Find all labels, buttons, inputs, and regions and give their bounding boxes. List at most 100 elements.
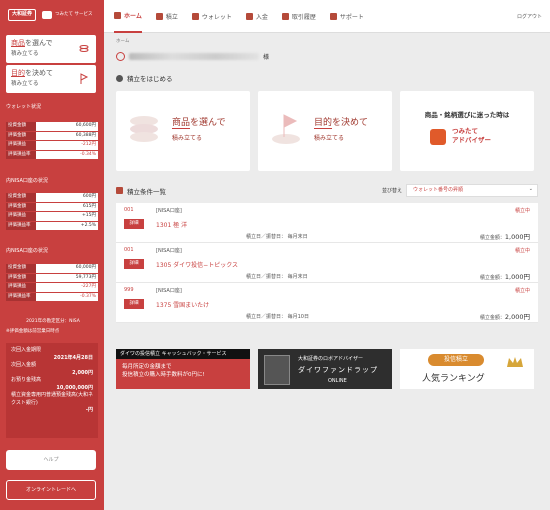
user-icon: [116, 52, 125, 61]
choose-product-card[interactable]: 商品を選んで 積み立てる: [6, 35, 96, 63]
wallet-icon: [191, 12, 199, 20]
plan-amount-value: 2,000円: [504, 313, 530, 321]
plan-date: 積立日／振替日： 毎月末日: [246, 274, 308, 280]
cash-balance-label: お預り金残高: [11, 377, 42, 383]
daiwa-logo[interactable]: 大和証券: [8, 9, 37, 21]
book-icon: [329, 12, 337, 20]
next-deposit-amount-label: 次回入金額: [11, 362, 37, 368]
plan-fund[interactable]: 1301 極 洋: [156, 220, 187, 229]
plan-fund[interactable]: 1305 ダイワ投信−トピックス: [156, 260, 238, 269]
advisor-card-title: 商品・銘柄選びに迷った時は: [424, 111, 510, 119]
choose-product-main-card[interactable]: 商品を選んで 積み立てる: [116, 91, 250, 171]
home-icon: [114, 11, 121, 19]
card-b-rest: を決めて: [332, 118, 369, 128]
next-deposit-deadline: 2021年4月28日: [53, 354, 93, 361]
plan-num: 001: [124, 247, 134, 253]
plan-acct: [NISA口座]: [156, 208, 182, 214]
breadcrumb[interactable]: ホーム: [116, 38, 538, 44]
stat-value: 60,600円: [36, 122, 98, 131]
plan-acct: [NISA口座]: [156, 288, 182, 294]
logout-link[interactable]: ログアウト: [517, 13, 542, 20]
stat-value: 60,000円: [36, 264, 98, 273]
choose-goal-card[interactable]: 目的を決めて 積み立てる: [6, 65, 96, 93]
plan-badge[interactable]: 詳細: [124, 259, 144, 269]
plan-badge[interactable]: 詳細: [124, 299, 144, 309]
flag-icon: [272, 114, 300, 144]
nav-label: サポート: [339, 13, 364, 21]
stat-value: 60,388円: [36, 131, 98, 140]
nav-label: 取引履歴: [291, 13, 316, 21]
card-a-sub: 積み立てる: [172, 135, 203, 142]
stat-value: -0.34%: [36, 150, 98, 159]
stat-key: 評価損益率: [6, 221, 36, 230]
card2-rest: を決めて: [25, 69, 53, 77]
next-deposit-amount: 2,000円: [72, 369, 93, 376]
tsumitate-logo[interactable]: つみたて サービス: [42, 11, 92, 19]
online-trade-button[interactable]: オンライントレードへ: [6, 480, 96, 500]
advisor-name-line1: つみたて: [452, 127, 478, 135]
stat-row: 投資金額 600円: [6, 193, 98, 202]
plan-list-title-text: 積立条件一覧: [127, 187, 166, 196]
card2-emph: 目的: [11, 69, 25, 77]
stat-row: 評価損益率 -0.34%: [6, 150, 98, 159]
nav-history[interactable]: 取引履歴: [281, 0, 316, 33]
stat-value: +2.5%: [36, 221, 98, 230]
stat-value: 615円: [36, 202, 98, 211]
cashback-banner-top: ダイワの投信積立 キャッシュバック・サービス: [116, 349, 250, 359]
choose-goal-main-card[interactable]: 目的を決めて 積み立てる: [258, 91, 392, 171]
sort-label: 並び替え: [381, 188, 402, 194]
plan-acct: [NISA口座]: [156, 248, 182, 254]
ranking-pill: 投信積立: [428, 354, 484, 366]
plan-list: 001 詳細 [NISA口座] 1301 極 洋積立中 積立日／振替日： 毎月末日 積立金…: [116, 203, 538, 323]
nav-label: ホーム: [124, 12, 142, 20]
yen-icon: [245, 12, 253, 20]
help-button[interactable]: ヘルプ: [6, 450, 96, 470]
cash-balance: 10,000,000円: [56, 384, 93, 391]
fundwrap-line1: 大和証券のロボアドバイザー: [298, 356, 364, 362]
nav-bar-chart[interactable]: 積立: [155, 0, 178, 33]
plan-row: 001 詳細 [NISA口座] 1301 極 洋 積立中 積立日／振替日： 毎月末日 積立金…: [116, 203, 538, 243]
stat-row: 評価金額 60,388円: [6, 131, 98, 140]
account-type-note: 2021年の勘定区分：NISA: [26, 319, 80, 324]
nav-yen[interactable]: 入金: [245, 0, 268, 33]
advisor-name-line2: アドバイザー: [452, 136, 491, 145]
sort-select[interactable]: ウォレット番号の昇順: [406, 184, 538, 197]
card1-emph: 商品: [11, 39, 25, 47]
cashback-line1: 毎月所定の金額まで: [122, 364, 172, 370]
plan-amount-label: 積立金額：: [479, 315, 505, 321]
ranking-text: 人気ランキング: [422, 374, 485, 384]
plan-status: 積立中: [514, 288, 530, 294]
plan-date: 積立日／振替日： 毎月末日: [246, 234, 308, 240]
ranking-banner[interactable]: 投信積立 人気ランキング: [400, 349, 534, 389]
tsumitate-logo-text: つみたて サービス: [55, 11, 93, 17]
plan-amount-label: 積立金額：: [479, 275, 505, 281]
stat-row: 評価損益 -212円: [6, 141, 98, 150]
stat-key: 評価金額: [6, 273, 36, 282]
history-icon: [281, 12, 289, 20]
card-b-sub: 積み立てる: [314, 135, 345, 142]
plan-badge[interactable]: 詳細: [124, 219, 144, 229]
plan-amount-value: 1,000円: [504, 273, 530, 281]
coins-icon: [79, 45, 89, 52]
info-icon: [116, 74, 123, 82]
stat-row: 評価損益 +15円: [6, 212, 98, 221]
nav-items: ホーム 積立 ウォレット 入金 取引履歴 サポート: [114, 0, 378, 33]
stat-key: 評価損益: [6, 212, 36, 221]
stat-row: 評価損益率 -0.37%: [6, 292, 98, 301]
plan-list-header: 積立条件一覧 並び替え ウォレット番号の昇順: [116, 184, 538, 197]
start-section-title: 積立をはじめる: [116, 73, 538, 83]
nav-wallet[interactable]: ウォレット: [191, 0, 232, 33]
advisor-card[interactable]: 商品・銘柄選びに迷った時は つみたて アドバイザー: [400, 91, 534, 171]
nav-home[interactable]: ホーム: [114, 0, 142, 33]
cashback-banner[interactable]: ダイワの投信積立 キャッシュバック・サービス 毎月所定の金額まで 投信積立の購入時…: [116, 349, 250, 389]
stat-value: -212円: [36, 141, 98, 150]
logo-row: 大和証券 つみたて サービス: [0, 0, 104, 30]
plan-amount: 積立金額：1,000円: [480, 271, 530, 281]
sidebar: 大和証券 つみたて サービス 商品を選んで 積み立てる 目的を決めて 積み立てる…: [0, 0, 104, 510]
plan-amount-label: 積立金額：: [479, 235, 505, 241]
nav-book[interactable]: サポート: [329, 0, 364, 33]
stat-value: +15円: [36, 212, 98, 221]
top-nav: ホーム 積立 ウォレット 入金 取引履歴 サポート ログアウト: [104, 0, 550, 33]
fundwrap-banner[interactable]: 大和証券のロボアドバイザー ダイワファンドラップ ONLINE: [258, 349, 392, 389]
plan-fund[interactable]: 1375 雪国まいたけ: [156, 300, 209, 309]
